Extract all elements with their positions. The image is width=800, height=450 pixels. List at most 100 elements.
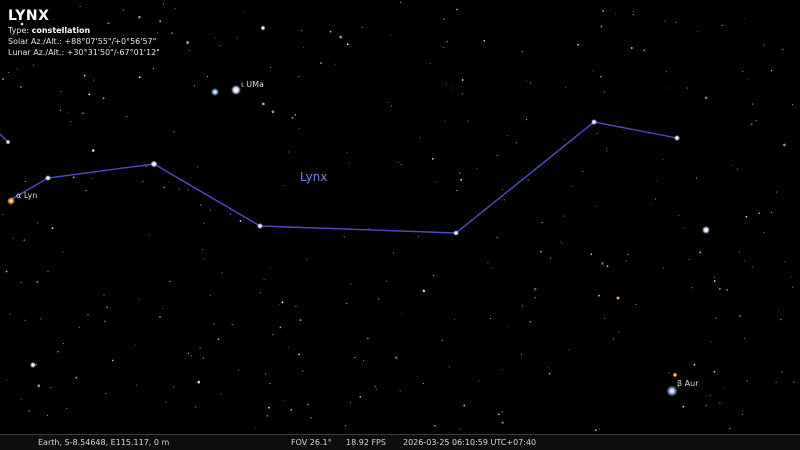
background-star [67, 112, 69, 114]
background-star [763, 231, 765, 233]
background-star [187, 189, 189, 191]
background-star [435, 181, 437, 183]
background-star [294, 114, 297, 116]
constellation-name-label[interactable]: Lynx [300, 170, 327, 184]
background-star [563, 215, 565, 217]
background-star [62, 251, 64, 253]
background-star [374, 386, 376, 388]
main-stars [5, 25, 710, 397]
background-star [126, 115, 128, 118]
background-star [752, 103, 754, 105]
star-lynx-7[interactable] [674, 135, 680, 141]
star-lynx-3[interactable] [150, 160, 158, 168]
background-star [501, 411, 503, 413]
background-star [72, 176, 75, 179]
background-star [361, 26, 363, 28]
background-star [163, 186, 166, 189]
background-star [255, 427, 257, 429]
background-star [162, 308, 164, 310]
status-fps: 18.92 FPS [346, 438, 386, 447]
background-star [66, 407, 68, 409]
background-star [550, 257, 552, 259]
background-star [349, 402, 351, 404]
background-star [190, 355, 192, 357]
background-star [742, 70, 744, 73]
star-label-beta-aur[interactable]: β Aur [677, 379, 698, 388]
status-location[interactable]: Earth, S-8.54648, E115.117, 0 m [38, 438, 169, 447]
background-star [82, 112, 84, 115]
background-star [301, 370, 304, 372]
star-alpha-lyn[interactable] [7, 197, 15, 205]
background-star [281, 301, 284, 304]
background-star [606, 147, 608, 149]
background-star [419, 137, 421, 139]
background-star [422, 289, 426, 293]
background-star [763, 44, 765, 46]
star-lynx-6[interactable] [591, 119, 597, 125]
background-star [60, 90, 62, 92]
star-iota-uma[interactable] [231, 85, 241, 95]
background-star [287, 151, 289, 153]
star-kappa-uma[interactable] [211, 88, 219, 96]
background-star [47, 270, 49, 273]
background-star [497, 413, 500, 416]
background-star [422, 382, 424, 384]
background-star [755, 120, 757, 122]
background-stars [2, 1, 795, 432]
star-orange-2[interactable] [616, 296, 620, 300]
background-star [461, 92, 464, 95]
background-star [525, 119, 528, 121]
background-star [751, 266, 753, 268]
status-datetime[interactable]: 2026-03-25 06:10:59 UTC+07:40 [403, 438, 536, 447]
star-label-iota-uma[interactable]: ι UMa [241, 80, 264, 89]
background-star [397, 162, 399, 164]
background-star [461, 79, 464, 81]
background-star [262, 102, 265, 106]
background-star [738, 251, 741, 253]
star-lynx-4[interactable] [257, 223, 263, 229]
background-star [283, 185, 285, 187]
background-star [722, 24, 724, 27]
background-star [400, 313, 402, 315]
background-star [263, 278, 265, 280]
background-star [654, 198, 656, 200]
background-star [650, 203, 652, 205]
background-star [600, 25, 603, 28]
background-star [541, 221, 543, 223]
star-lynx-2[interactable] [45, 175, 51, 181]
background-star [320, 62, 322, 64]
background-star [603, 91, 605, 93]
background-star [23, 239, 26, 242]
star-top[interactable] [260, 25, 266, 31]
star-label-alpha-lyn[interactable]: α Lyn [16, 191, 37, 200]
background-star [196, 166, 199, 168]
background-star [40, 318, 42, 320]
background-star [269, 267, 271, 269]
background-star [195, 406, 197, 408]
background-star [770, 70, 772, 72]
background-star [306, 258, 308, 260]
star-beta-aur[interactable] [666, 385, 678, 397]
star-orange-1[interactable] [672, 372, 678, 378]
background-star [197, 380, 201, 384]
background-star [136, 384, 138, 386]
star-theta-aur-area[interactable] [702, 226, 710, 234]
status-bar: Earth, S-8.54648, E115.117, 0 m FOV 26.1… [0, 434, 800, 450]
background-star [57, 350, 59, 353]
background-star [36, 222, 38, 224]
background-star [167, 181, 169, 183]
background-star [193, 85, 196, 87]
background-star [203, 258, 205, 260]
background-star [775, 191, 777, 193]
background-star [418, 235, 420, 237]
background-star [568, 349, 570, 351]
background-star [722, 387, 725, 390]
star-bright-left[interactable] [30, 362, 36, 368]
object-type-label: Type: [8, 26, 30, 35]
background-star [400, 163, 402, 166]
star-lynx-5[interactable] [453, 230, 459, 236]
background-star [290, 409, 293, 411]
background-star [499, 199, 501, 201]
star-left-edge[interactable] [5, 139, 11, 145]
background-star [525, 80, 527, 82]
